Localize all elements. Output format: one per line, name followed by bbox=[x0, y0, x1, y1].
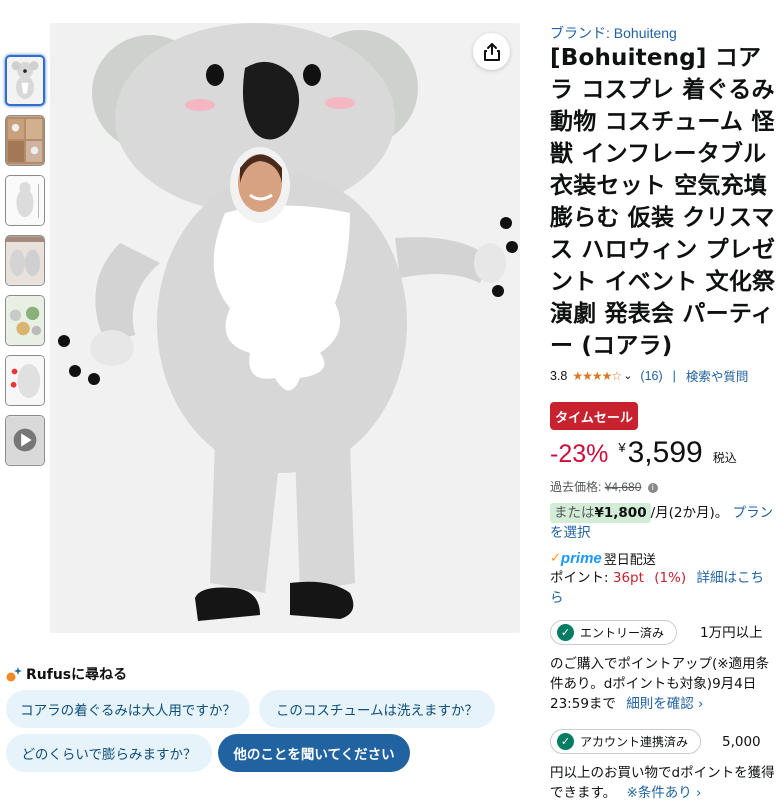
thumbnail-5[interactable] bbox=[5, 295, 45, 346]
rufus-heading: Rufusに尋ねる bbox=[6, 664, 127, 684]
thumbnail-4[interactable] bbox=[5, 235, 45, 286]
monthly-amount: ¥1,800 bbox=[594, 505, 647, 521]
entry-done-text: エントリー済み bbox=[580, 625, 665, 640]
account-linked-text: アカウント連携済み bbox=[580, 734, 689, 749]
rufus-sparkle-icon bbox=[6, 667, 22, 682]
info-icon[interactable]: i bbox=[647, 482, 658, 493]
points-percent: (1%) bbox=[654, 570, 687, 586]
thumbnail-6[interactable] bbox=[5, 355, 45, 406]
rufus-question-adult[interactable]: コアラの着ぐるみは大人用ですか？ bbox=[6, 690, 250, 728]
promo2-conditions-link[interactable]: ※条件あり › bbox=[626, 785, 701, 801]
thumbnail-1[interactable] bbox=[5, 55, 45, 106]
prime-check-icon: ✓ bbox=[550, 551, 561, 566]
brand-link[interactable]: ブランド: Bohuiteng bbox=[550, 23, 677, 43]
points-label: ポイント: bbox=[550, 570, 609, 586]
product-title: [Bohuiteng] コアラ コスプレ 着ぐるみ 動物 コスチューム 怪獣 イ… bbox=[550, 45, 776, 359]
past-price-value: ¥4,680 bbox=[604, 480, 642, 494]
review-count-link[interactable]: (16) bbox=[640, 369, 662, 383]
entry-done-badge: ✓ エントリー済み bbox=[550, 620, 678, 645]
promo2-threshold: 5,000 bbox=[722, 734, 761, 750]
chevron-down-icon[interactable]: ⌄ bbox=[623, 369, 632, 382]
time-sale-badge: タイムセール bbox=[550, 402, 638, 430]
share-button[interactable] bbox=[473, 33, 510, 70]
koala-costume-illustration bbox=[50, 23, 520, 633]
check-icon: ✓ bbox=[557, 624, 574, 641]
rating-row: 3.8 ★★★★☆ ⌄ (16) | 検索や質問 bbox=[550, 366, 748, 385]
points-row: ポイント: 36pt (1%) 詳細はこちら bbox=[550, 568, 776, 608]
promo-entry: ✓ エントリー済み 1万円以上 のご購入でポイントアップ(※適用条件あり。dポイ… bbox=[550, 620, 776, 714]
promo1-description: のご購入でポイントアップ(※適用条件あり。dポイントも対象)9月4日 23:59… bbox=[550, 654, 776, 714]
prime-logo: prime bbox=[560, 550, 602, 567]
promo-account: ✓ アカウント連携済み 5,000 円以上のお買い物でdポイントを獲得できます。… bbox=[550, 729, 776, 803]
separator: | bbox=[672, 368, 676, 383]
points-value: 36pt bbox=[612, 570, 644, 586]
account-linked-badge: ✓ アカウント連携済み bbox=[550, 729, 702, 754]
promo1-threshold: 1万円以上 bbox=[700, 625, 763, 641]
monthly-highlight: または¥1,800 bbox=[550, 503, 651, 523]
monthly-plan: または¥1,800/月(2か月)。 プランを選択 bbox=[550, 503, 776, 543]
rufus-question-washable[interactable]: このコスチュームは洗えますか？ bbox=[259, 690, 495, 728]
discount-percent: -23% bbox=[550, 440, 609, 468]
prime-delivery-row: ✓ prime 翌日配送 bbox=[550, 549, 656, 568]
monthly-prefix: または bbox=[554, 505, 595, 521]
star-rating-icon[interactable]: ★★★★☆ bbox=[572, 369, 622, 383]
promo2-description: 円以上のお買い物でdポイントを獲得できます。 ※条件あり › bbox=[550, 763, 776, 803]
search-questions-link[interactable]: 検索や質問 bbox=[686, 366, 749, 385]
rufus-question-inflate-time[interactable]: どのくらいで膨らみますか？ bbox=[6, 734, 212, 772]
tax-label: 税込 bbox=[712, 451, 737, 465]
share-icon bbox=[483, 42, 500, 61]
rufus-ask-other-button[interactable]: 他のことを聞いてください bbox=[218, 734, 410, 772]
promo1-details-link[interactable]: 細則を確認 › bbox=[626, 696, 703, 712]
delivery-text: 翌日配送 bbox=[603, 553, 656, 568]
rating-value: 3.8 bbox=[550, 368, 568, 383]
past-price-label: 過去価格: bbox=[550, 480, 602, 494]
check-icon: ✓ bbox=[557, 733, 574, 750]
currency-symbol: ¥ bbox=[618, 440, 626, 455]
price-value: 3,599 bbox=[627, 436, 703, 469]
thumbnail-7-video[interactable] bbox=[5, 415, 45, 466]
main-product-image[interactable] bbox=[50, 23, 520, 633]
monthly-suffix: /月(2か月)。 bbox=[650, 505, 729, 521]
past-price-row: 過去価格: ¥4,680 i bbox=[550, 478, 658, 495]
thumbnail-strip bbox=[5, 55, 45, 475]
price-row: -23% ¥ 3,599 税込 bbox=[550, 436, 737, 470]
thumbnail-3[interactable] bbox=[5, 175, 45, 226]
rufus-title-text: Rufusに尋ねる bbox=[26, 667, 128, 683]
thumbnail-2[interactable] bbox=[5, 115, 45, 166]
